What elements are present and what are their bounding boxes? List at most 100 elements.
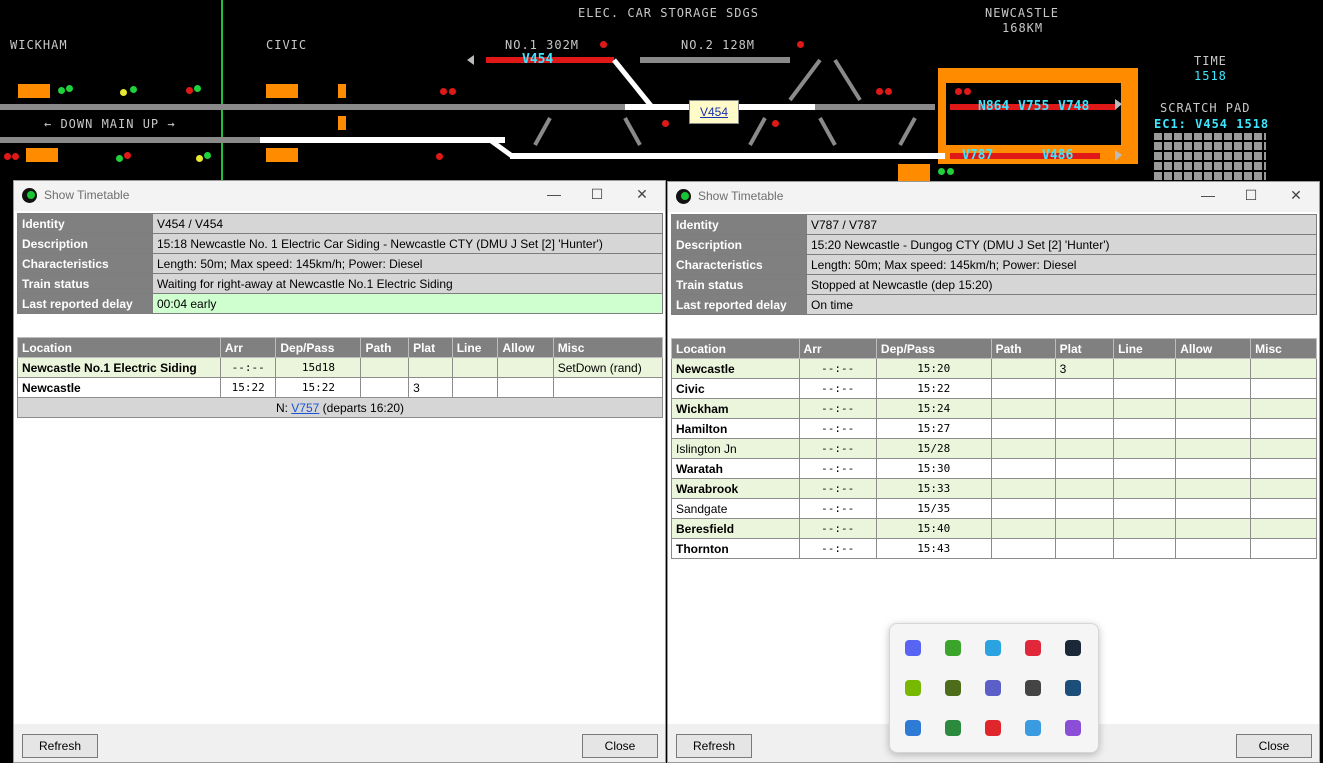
info-key: Train status [671,274,807,295]
cell-allow [497,357,554,378]
signal-red[interactable] [440,88,447,95]
table-row[interactable]: Waratah --:-- 15:30 [671,458,1317,479]
signal-red[interactable] [772,120,779,127]
cell-arr: 15:22 [219,377,277,398]
teams-icon[interactable] [985,680,1001,696]
telegram-icon[interactable] [985,640,1001,656]
cell-plat [1054,518,1115,539]
cell-line [1113,398,1177,419]
cell-location: Newcastle No.1 Electric Siding [17,357,221,378]
signal-red[interactable] [885,88,892,95]
gpu-tool-icon[interactable] [945,720,961,736]
terminal-grid-icon[interactable] [945,680,961,696]
table-row[interactable]: Warabrook --:-- 15:33 [671,478,1317,499]
train-tag-n864[interactable]: N864 [978,99,1009,114]
cell-plat [1054,498,1115,519]
weather-icon[interactable] [1025,720,1041,736]
close-icon[interactable]: ✕ [632,186,652,203]
column-header: Misc [552,337,664,358]
next-service-row: N: V757 (departs 16:20) [17,397,663,418]
cell-arr: --:-- [798,478,877,499]
table-row[interactable]: Newcastle --:-- 15:20 3 [671,358,1317,379]
steam-icon[interactable] [1065,640,1081,656]
train-tag-v755[interactable]: V755 [1018,99,1049,114]
next-prefix: N: [275,400,292,415]
train-tag-v787[interactable]: V787 [962,148,993,163]
cell-plat [1054,418,1115,439]
usb-drive-icon[interactable] [1025,680,1041,696]
cell-arr: --:-- [798,458,877,479]
signal-yellow[interactable] [196,155,203,162]
signal-red[interactable] [876,88,883,95]
next-service-link[interactable]: V757 [291,401,319,415]
refresh-button[interactable]: Refresh [676,734,752,758]
cell-arr: --:-- [798,378,877,399]
title-bar[interactable]: Show Timetable — ☐ ✕ [14,181,665,211]
table-row[interactable]: Hamilton --:-- 15:27 [671,418,1317,439]
cell-allow [497,377,554,398]
table-row[interactable]: Wickham --:-- 15:24 [671,398,1317,419]
timetable-table: Location Arr Dep/Pass Path Plat Line Allow Misc… [671,338,1317,559]
signal-green[interactable] [938,168,945,175]
column-header: Line [451,337,499,358]
close-button[interactable]: Close [1236,734,1312,758]
nvidia-icon[interactable] [905,680,921,696]
maximize-icon[interactable]: ☐ [1241,187,1261,204]
target-ring-icon[interactable] [1065,720,1081,736]
signal-red[interactable] [955,88,962,95]
signal-green[interactable] [66,85,73,92]
signal-red[interactable] [797,41,804,48]
minimize-icon[interactable]: — [544,186,564,202]
refresh-button[interactable]: Refresh [22,734,98,758]
info-value: On time [806,294,1317,315]
title-bar[interactable]: Show Timetable — ☐ ✕ [668,182,1319,212]
signal-green[interactable] [58,87,65,94]
signal-red[interactable] [186,87,193,94]
signal-red[interactable] [12,153,19,160]
column-header: Plat [1054,338,1115,359]
cell-line [1113,518,1177,539]
cell-allow [1175,418,1252,439]
signal-red[interactable] [436,153,443,160]
table-row[interactable]: Newcastle 15:22 15:22 3 [17,377,664,398]
signal-red[interactable] [449,88,456,95]
discord-icon[interactable] [905,640,921,656]
close-icon[interactable]: ✕ [1286,187,1306,204]
cell-allow [1175,458,1252,479]
table-row[interactable]: Newcastle No.1 Electric Siding --:-- 15d18… [17,357,664,378]
g-app-icon[interactable] [1025,640,1041,656]
signal-red[interactable] [662,120,669,127]
table-row[interactable]: Civic --:-- 15:22 [671,378,1317,399]
maximize-icon[interactable]: ☐ [587,186,607,203]
signal-red[interactable] [4,153,11,160]
signal-green[interactable] [116,155,123,162]
train-tag-v486[interactable]: V486 [1042,148,1073,163]
train-tag-v454[interactable]: V454 [522,52,553,67]
signal-yellow[interactable] [120,89,127,96]
app-icon [22,188,37,203]
train-tooltip[interactable]: V454 [689,100,739,124]
shield-check-icon[interactable] [945,640,961,656]
signal-green[interactable] [204,152,211,159]
activity-monitor-icon[interactable] [905,720,921,736]
signal-green[interactable] [130,86,137,93]
cell-line [1113,498,1177,519]
train-tag-v748[interactable]: V748 [1058,99,1089,114]
cell-path [990,498,1056,519]
table-row[interactable]: Sandgate --:-- 15/35 [671,498,1317,519]
signal-green[interactable] [947,168,954,175]
signal-green[interactable] [194,85,201,92]
signal-red[interactable] [600,41,607,48]
table-row[interactable]: Thornton --:-- 15:43 [671,538,1317,559]
cell-location: Civic [671,378,800,399]
signal-red[interactable] [124,152,131,159]
cell-path [990,358,1056,379]
table-row[interactable]: Islington Jn --:-- 15/28 [671,438,1317,459]
table-row[interactable]: Beresfield --:-- 15:40 [671,518,1317,539]
close-button[interactable]: Close [582,734,658,758]
signal-red[interactable] [964,88,971,95]
info-key: Last reported delay [17,293,153,314]
foxit-icon[interactable] [985,720,1001,736]
network-globe-icon[interactable] [1065,680,1081,696]
minimize-icon[interactable]: — [1198,187,1218,203]
